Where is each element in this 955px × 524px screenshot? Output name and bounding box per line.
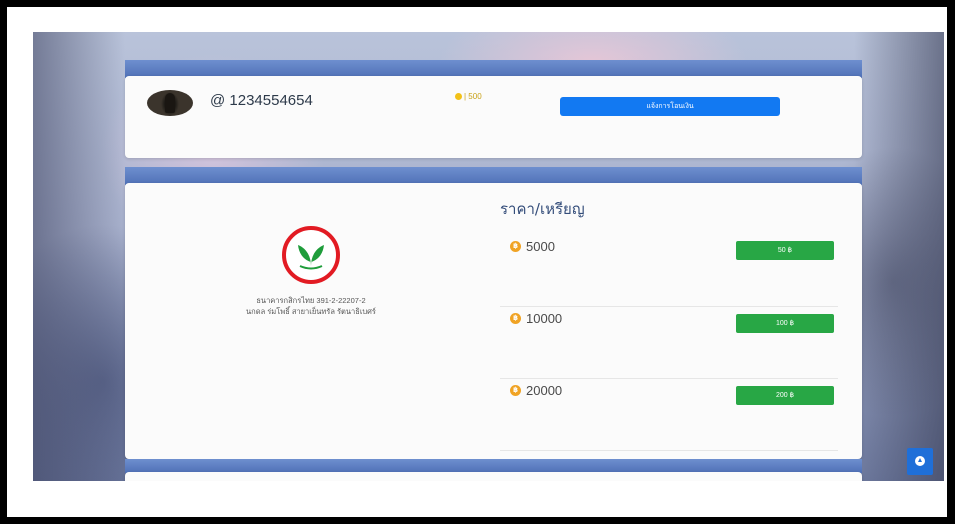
price-row: ฿ 5000 50 ฿ (500, 235, 838, 307)
next-card (125, 472, 862, 481)
avatar-figure (165, 93, 175, 113)
coin-icon: ฿ (510, 241, 521, 252)
price-row: ฿ 10000 100 ฿ (500, 307, 838, 379)
bank-account-name: นกดล ร่มโพธิ์ สายาเย็นทรัล รัตนาธิเบศร์ (246, 307, 376, 316)
coin-icon (455, 93, 462, 100)
coin-amount: ฿ 5000 (510, 239, 555, 254)
coin-balance: | 500 (455, 92, 482, 101)
report-transfer-button[interactable]: แจ้งการโอนเงิน (560, 97, 780, 116)
coin-balance-value: | 500 (464, 92, 482, 101)
price-title: ราคา/เหรียญ (500, 200, 585, 218)
price-row: ฿ 20000 200 ฿ (500, 379, 838, 451)
footer-band (125, 459, 862, 473)
avatar[interactable] (147, 90, 193, 116)
coin-amount: ฿ 20000 (510, 383, 562, 398)
scroll-to-top-button[interactable] (907, 448, 933, 475)
coin-icon: ฿ (510, 385, 521, 396)
coin-amount: ฿ 10000 (510, 311, 562, 326)
buy-button[interactable]: 50 ฿ (736, 241, 834, 260)
bank-leaf-icon (298, 245, 324, 270)
coin-icon: ฿ (510, 313, 521, 324)
arrow-up-icon (915, 456, 925, 466)
username: @ 1234554654 (210, 92, 313, 109)
price-card: ธนาคารกสิกรไทย 391-2-22207-2 นกดล ร่มโพธ… (125, 183, 862, 459)
profile-card: @ 1234554654 | 500 แจ้งการโอนเงิน (125, 76, 862, 158)
background-shade-left (33, 32, 125, 481)
buy-button[interactable]: 100 ฿ (736, 314, 834, 333)
kasikorn-bank-logo (282, 226, 340, 284)
coin-amount-value: 10000 (526, 311, 563, 326)
screenshot-frame: @ 1234554654 | 500 แจ้งการโอนเงิน ธนาคาร… (0, 0, 955, 524)
buy-button[interactable]: 200 ฿ (736, 386, 834, 405)
background-shade-right (854, 32, 944, 481)
page-viewport: @ 1234554654 | 500 แจ้งการโอนเงิน ธนาคาร… (33, 32, 944, 481)
coin-amount-value: 20000 (526, 383, 563, 398)
coin-amount-value: 5000 (526, 239, 555, 254)
